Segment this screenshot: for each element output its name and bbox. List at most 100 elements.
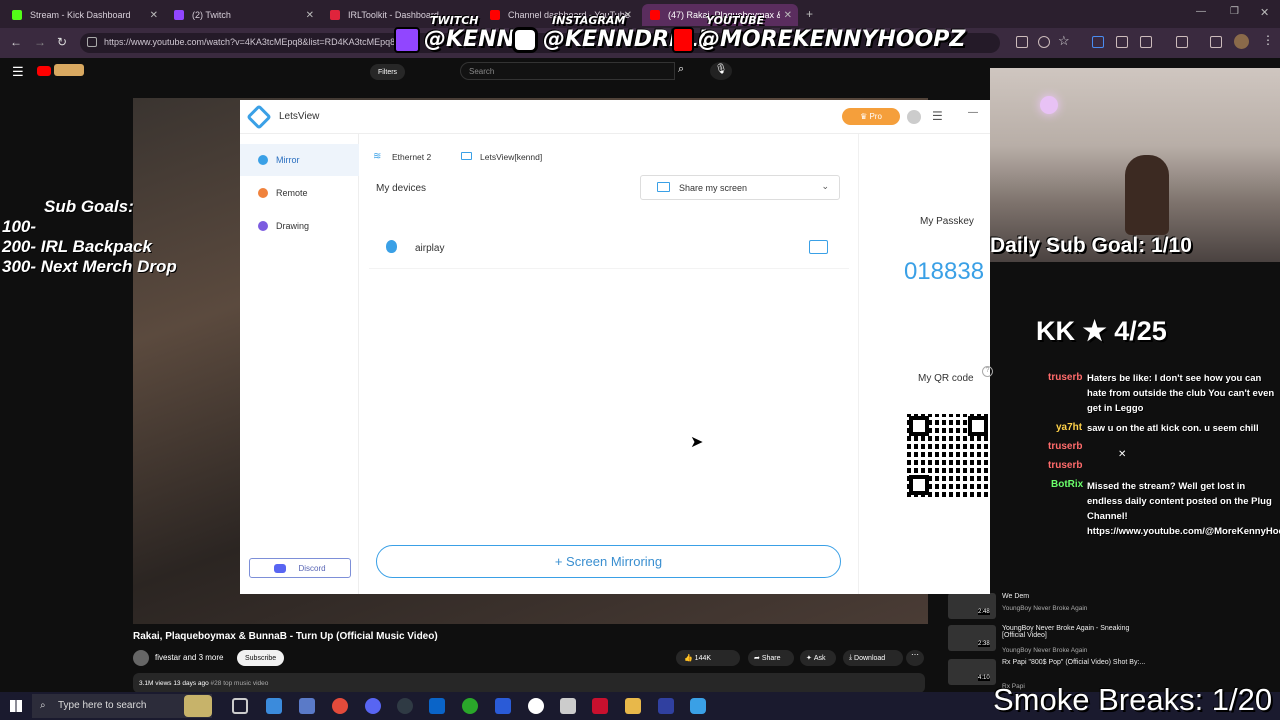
zoom-icon[interactable] <box>1038 36 1050 48</box>
youtube-icon <box>490 10 500 20</box>
chat-message: Missed the stream? Well get lost in endl… <box>1087 481 1280 537</box>
browser-tab[interactable]: (2) Twitch ✕ <box>166 4 320 26</box>
voicemeeter-icon[interactable] <box>592 698 608 714</box>
search-icon[interactable]: ⌕ <box>678 63 684 76</box>
extension-icon[interactable] <box>1092 36 1104 48</box>
sidebar-item-remote[interactable]: Remote <box>240 177 359 209</box>
sidebar-item-mirror[interactable]: Mirror <box>240 144 359 176</box>
monitor-icon <box>461 152 472 160</box>
outlook-icon[interactable] <box>429 698 445 714</box>
channel-logo <box>54 64 84 76</box>
video-thumbnail <box>948 625 996 651</box>
video-title: Rakai, Plaqueboymax & BunnaB - Turn Up (… <box>133 631 438 642</box>
windows-start-icon[interactable] <box>10 700 22 712</box>
youtube-icon <box>672 27 694 53</box>
new-tab-button[interactable]: + <box>806 7 813 21</box>
chat-username: ya7ht <box>1056 422 1083 433</box>
split-screen-icon[interactable] <box>1176 36 1188 48</box>
reload-icon[interactable]: ↻ <box>57 35 67 49</box>
video-thumbnail <box>948 659 996 685</box>
download-button[interactable]: ⤓ Download <box>843 650 903 666</box>
youtube-logo-icon[interactable] <box>37 66 51 76</box>
chat-message: Haters be like: I don't see how you can … <box>1087 373 1275 414</box>
favorites-icon[interactable] <box>1210 36 1222 48</box>
twitch-icon <box>394 27 420 53</box>
youtube-label: YOUTUBE <box>706 14 765 27</box>
discord-icon[interactable] <box>365 698 381 714</box>
youtube-handle: @MOREKENNYHOOPZ <box>698 27 966 52</box>
file-explorer-icon[interactable] <box>625 698 641 714</box>
youtube-icon <box>650 10 660 20</box>
user-avatar-icon[interactable] <box>907 110 921 124</box>
duration-badge: 2:38 <box>978 641 990 647</box>
bookmark-star-icon[interactable]: ☆ <box>1058 33 1070 49</box>
sub-goal-item: 100- <box>2 217 37 236</box>
close-icon[interactable]: ✕ <box>1118 449 1126 460</box>
sidebar-item-drawing[interactable]: Drawing <box>240 210 359 242</box>
task-view-icon[interactable] <box>232 698 248 714</box>
close-icon[interactable]: ✕ <box>784 10 792 21</box>
extension-icon[interactable] <box>1116 36 1128 48</box>
channel-name[interactable]: fivestar and 3 more <box>155 653 223 662</box>
hamburger-menu-icon[interactable]: ☰ <box>12 64 24 80</box>
site-info-icon[interactable] <box>87 37 97 47</box>
tab-title: IRLToolkit - Dashboard <box>348 10 439 20</box>
more-actions-button[interactable]: ⋯ <box>906 650 924 666</box>
sub-goal-item: 300- Next Merch Drop <box>2 257 177 276</box>
share-button[interactable]: ➦ Share <box>748 650 794 666</box>
tab-title: (2) Twitch <box>192 10 231 20</box>
extensions-puzzle-icon[interactable] <box>1140 36 1152 48</box>
store-icon[interactable] <box>299 698 315 714</box>
video-thumbnail <box>948 593 996 619</box>
xbox-icon[interactable] <box>462 698 478 714</box>
menu-icon[interactable]: ☰ <box>932 109 943 123</box>
obs-icon[interactable] <box>397 698 413 714</box>
forward-icon[interactable]: → <box>34 35 46 49</box>
subscribe-button[interactable]: Subscribe <box>237 650 285 666</box>
app-title: LetsView <box>279 111 320 122</box>
browser-tab[interactable]: Stream - Kick Dashboard ✕ <box>4 4 164 26</box>
app-icon[interactable] <box>528 698 544 714</box>
thumbs-up-icon: 👍 <box>684 655 695 662</box>
app-icon[interactable] <box>658 698 674 714</box>
share-screen-dropdown[interactable]: Share my screen ⌄ <box>640 175 840 200</box>
letsview-icon[interactable] <box>690 698 706 714</box>
discord-button[interactable]: Discord <box>249 558 351 578</box>
remote-icon <box>258 188 268 198</box>
pc-name: LetsView[kennd] <box>480 152 543 162</box>
close-window-button[interactable]: ✕ <box>1260 6 1269 19</box>
maximize-window-button[interactable]: ❐ <box>1230 6 1239 17</box>
close-icon[interactable]: ✕ <box>150 10 158 21</box>
screen-mirroring-button[interactable]: + Screen Mirroring <box>376 545 841 578</box>
copilot-icon[interactable] <box>266 698 282 714</box>
sub-goal-item: 200- IRL Backpack <box>2 237 152 256</box>
ask-button[interactable]: ✦ Ask <box>800 650 836 666</box>
like-button[interactable]: 👍 144K <box>676 650 740 666</box>
duration-badge: 4:10 <box>978 675 990 681</box>
chrome-icon[interactable] <box>332 698 348 714</box>
pro-button[interactable]: ♛ Pro <box>842 108 900 125</box>
install-icon[interactable] <box>1016 36 1028 48</box>
close-icon[interactable]: ✕ <box>306 10 314 21</box>
list-item[interactable]: YoungBoy Never Broke Again - Sneaking [O… <box>945 625 1275 655</box>
channel-avatar[interactable] <box>133 650 149 666</box>
minimize-button[interactable]: — <box>968 107 978 118</box>
search-input[interactable]: Search <box>460 62 675 80</box>
app-icon[interactable] <box>495 698 511 714</box>
device-name: airplay <box>415 243 445 254</box>
help-icon[interactable]: ? <box>982 366 993 377</box>
twitch-label: TWITCH <box>430 14 479 27</box>
filters-button[interactable]: Filters <box>370 64 406 80</box>
app-icon[interactable] <box>560 698 576 714</box>
more-menu-icon[interactable]: ⋮ <box>1262 33 1274 47</box>
kick-icon <box>12 10 22 20</box>
back-icon[interactable]: ← <box>10 35 22 49</box>
microphone-icon[interactable]: 🎙 <box>710 62 732 80</box>
widget-icon[interactable] <box>184 695 212 717</box>
cast-device-icon[interactable] <box>809 240 828 254</box>
instagram-label: INSTAGRAM <box>552 14 626 27</box>
minimize-window-button[interactable]: — <box>1196 6 1206 17</box>
avatar[interactable] <box>1234 34 1249 49</box>
list-item[interactable]: We Dem YoungBoy Never Broke Again 2:48 <box>945 593 1275 623</box>
crown-icon: ♛ <box>860 112 870 121</box>
